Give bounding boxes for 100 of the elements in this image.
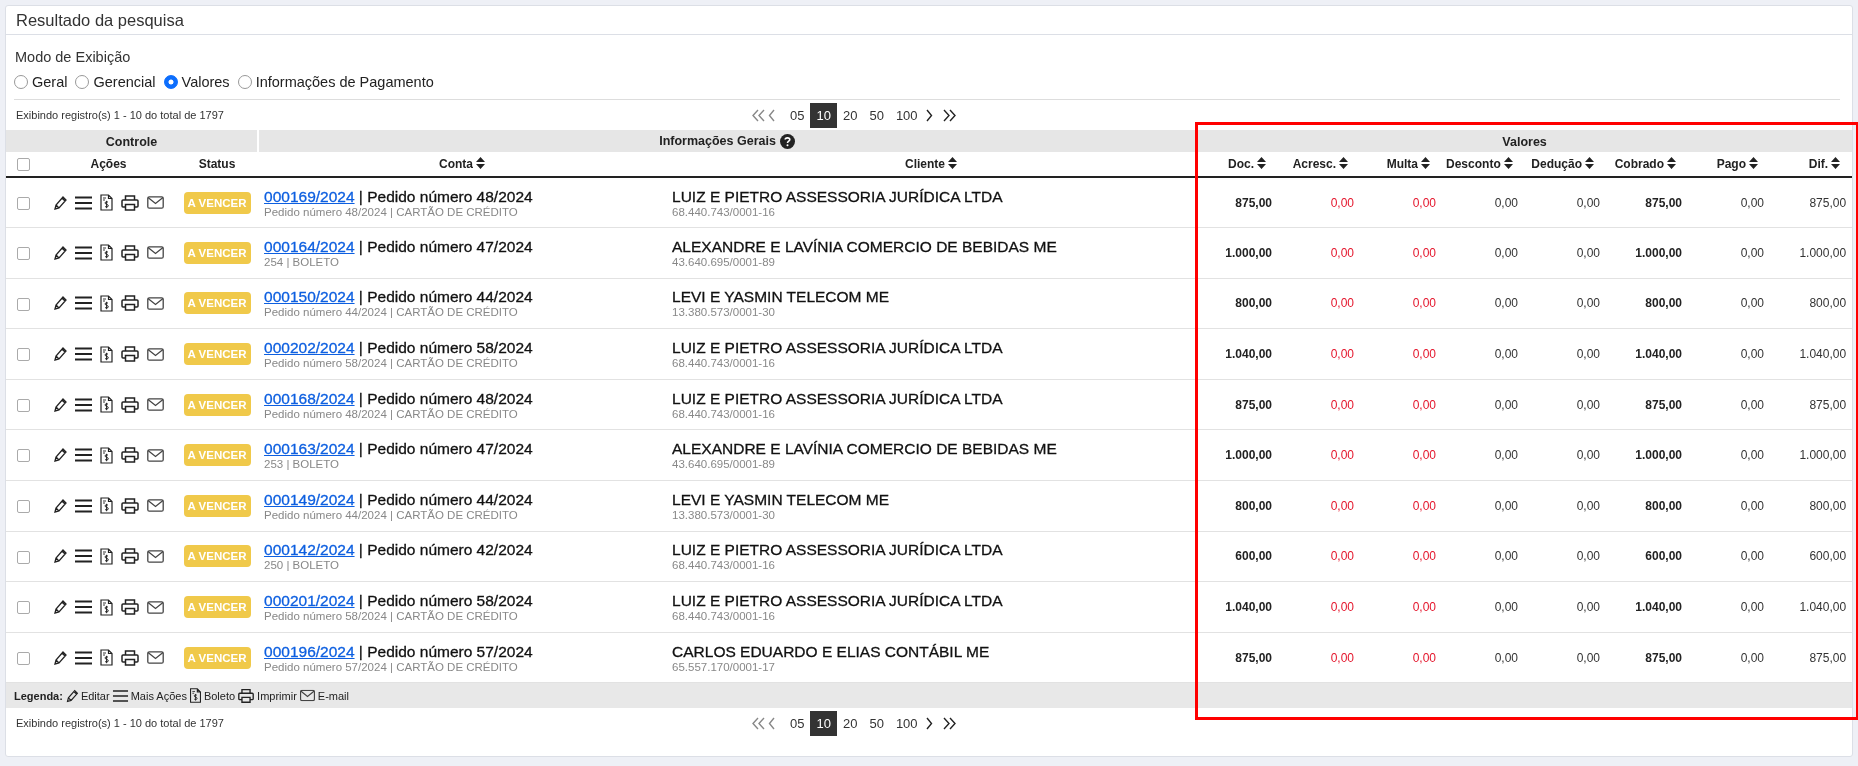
sort-icon[interactable] (1339, 157, 1349, 169)
account-link[interactable]: 000150/2024 (264, 288, 355, 306)
invoice-icon[interactable] (100, 396, 113, 414)
envelope-icon[interactable] (147, 246, 164, 260)
invoice-icon[interactable] (100, 194, 113, 212)
printer-icon[interactable] (121, 295, 139, 312)
invoice-icon[interactable] (100, 345, 113, 363)
printer-icon[interactable] (121, 649, 139, 666)
account-link[interactable]: 000202/2024 (264, 339, 355, 357)
envelope-icon[interactable] (147, 297, 164, 310)
radio-option[interactable]: Geral (14, 74, 68, 90)
menu-icon[interactable] (75, 195, 92, 210)
row-checkbox[interactable] (17, 601, 30, 615)
menu-icon[interactable] (75, 600, 92, 615)
printer-icon[interactable] (121, 599, 139, 616)
envelope-icon[interactable] (147, 398, 164, 412)
printer-icon[interactable] (121, 396, 139, 413)
page-size-option[interactable]: 100 (889, 710, 924, 736)
pencil-icon[interactable] (53, 649, 67, 666)
account-link[interactable]: 000164/2024 (264, 237, 355, 255)
sort-icon[interactable] (1667, 157, 1677, 169)
account-link[interactable]: 000201/2024 (264, 592, 355, 610)
menu-icon[interactable] (75, 650, 92, 665)
row-checkbox[interactable] (17, 550, 30, 564)
sort-icon[interactable] (948, 157, 958, 169)
menu-icon[interactable] (75, 296, 92, 311)
page-size-option[interactable]: 20 (836, 102, 864, 128)
printer-icon[interactable] (121, 244, 139, 261)
page-size-option[interactable]: 05 (784, 102, 811, 128)
help-icon[interactable] (779, 133, 795, 149)
radio-option[interactable]: Valores (163, 74, 230, 90)
account-link[interactable]: 000163/2024 (264, 440, 355, 458)
radio-option[interactable]: Informações de Pagamento (237, 74, 434, 90)
row-checkbox[interactable] (17, 297, 30, 311)
invoice-icon[interactable] (100, 446, 113, 464)
first-page-icon[interactable] (751, 716, 766, 730)
row-checkbox[interactable] (17, 651, 30, 665)
row-checkbox[interactable] (17, 449, 30, 463)
pencil-icon[interactable] (53, 346, 67, 363)
sort-icon[interactable] (476, 157, 486, 169)
printer-icon[interactable] (121, 447, 139, 464)
invoice-icon[interactable] (100, 497, 113, 515)
printer-icon[interactable] (121, 346, 139, 363)
pencil-icon[interactable] (53, 396, 67, 413)
column-header[interactable]: Multa (1386, 157, 1419, 171)
column-header[interactable]: Acresc. (1292, 157, 1337, 171)
row-checkbox[interactable] (17, 398, 30, 412)
menu-icon[interactable] (75, 448, 92, 463)
page-size-option[interactable]: 50 (863, 710, 890, 736)
sort-icon[interactable] (1831, 157, 1841, 169)
row-checkbox[interactable] (17, 196, 30, 210)
account-link[interactable]: 000168/2024 (264, 389, 355, 407)
column-header[interactable]: Cliente (905, 157, 958, 171)
column-header[interactable]: Pago (1716, 157, 1747, 171)
page-size-option[interactable]: 05 (784, 710, 811, 736)
page-size-option[interactable]: 10 (810, 710, 837, 736)
envelope-icon[interactable] (147, 196, 164, 210)
column-header[interactable]: Desconto (1446, 157, 1501, 171)
invoice-icon[interactable] (100, 598, 113, 616)
pencil-icon[interactable] (53, 244, 67, 261)
menu-icon[interactable] (75, 498, 92, 513)
last-page-icon[interactable] (941, 716, 957, 730)
envelope-icon[interactable] (147, 347, 164, 361)
envelope-icon[interactable] (147, 499, 164, 513)
envelope-icon[interactable] (147, 600, 164, 614)
invoice-icon[interactable] (100, 547, 113, 565)
pencil-icon[interactable] (53, 194, 67, 211)
page-size-option[interactable]: 20 (836, 710, 864, 736)
column-header[interactable]: Doc. (1228, 157, 1255, 171)
column-header[interactable]: Conta (439, 157, 486, 171)
printer-icon[interactable] (121, 548, 139, 565)
menu-icon[interactable] (75, 347, 92, 362)
printer-icon[interactable] (121, 194, 139, 211)
invoice-icon[interactable] (100, 244, 113, 262)
radio-option[interactable]: Gerencial (75, 74, 156, 90)
pencil-icon[interactable] (53, 295, 67, 312)
invoice-icon[interactable] (100, 649, 113, 667)
pencil-icon[interactable] (53, 599, 67, 616)
pencil-icon[interactable] (53, 447, 67, 464)
page-size-option[interactable]: 100 (889, 102, 924, 128)
first-page-icon[interactable] (751, 108, 766, 122)
page-size-option[interactable]: 10 (810, 102, 837, 128)
sort-icon[interactable] (1421, 157, 1431, 169)
invoice-icon[interactable] (100, 295, 113, 312)
account-link[interactable]: 000142/2024 (264, 541, 355, 559)
envelope-icon[interactable] (147, 448, 164, 462)
account-link[interactable]: 000169/2024 (264, 187, 355, 205)
printer-icon[interactable] (121, 497, 139, 514)
page-size-option[interactable]: 50 (863, 102, 890, 128)
menu-icon[interactable] (75, 549, 92, 564)
column-header[interactable]: Cobrado (1614, 157, 1665, 171)
row-checkbox[interactable] (17, 500, 30, 513)
pencil-icon[interactable] (53, 548, 67, 565)
sort-icon[interactable] (1257, 157, 1267, 169)
sort-icon[interactable] (1503, 157, 1513, 169)
select-all-checkbox[interactable] (17, 158, 30, 172)
menu-icon[interactable] (75, 397, 92, 412)
sort-icon[interactable] (1749, 157, 1759, 169)
column-header[interactable]: Dedução (1531, 157, 1583, 171)
pencil-icon[interactable] (53, 497, 67, 514)
